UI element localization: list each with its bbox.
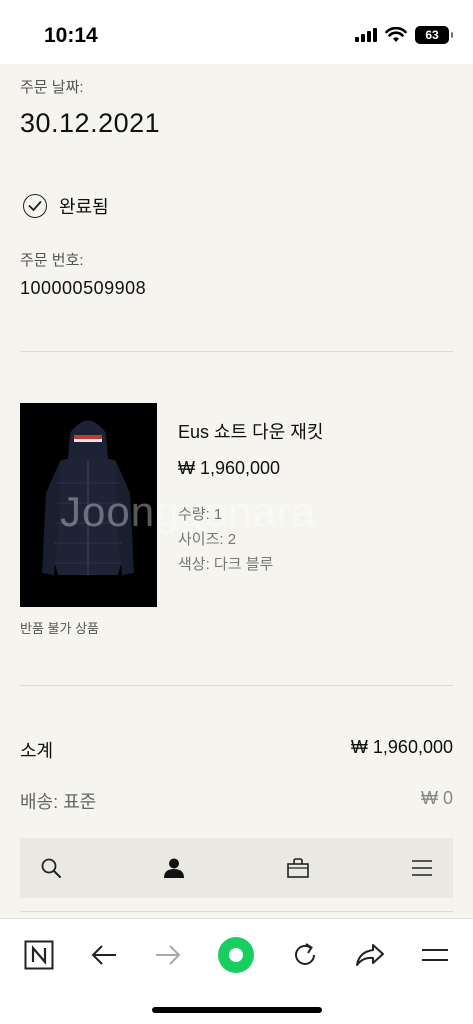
status-time: 10:14: [44, 24, 98, 47]
product-quantity: 수량: 1: [178, 506, 223, 523]
product-color: 색상: 다크 블루: [178, 556, 274, 573]
home-indicator: [152, 1007, 322, 1013]
product-name[interactable]: Eus 쇼트 다운 재킷: [178, 418, 323, 444]
refresh-icon[interactable]: [291, 941, 319, 969]
return-note: 반품 불가 상품: [20, 621, 99, 636]
divider: [20, 685, 453, 686]
subtotal-label: 소계: [20, 741, 54, 761]
wifi-icon: [385, 27, 407, 42]
naver-logo-icon[interactable]: [24, 940, 54, 970]
green-dot-icon[interactable]: [217, 936, 255, 974]
divider: [20, 351, 453, 352]
jacket-illustration: [20, 403, 157, 607]
order-date-label: 주문 날짜:: [20, 79, 84, 96]
check-circle-icon: [23, 194, 47, 218]
search-icon[interactable]: [40, 857, 62, 879]
battery-icon: 63: [415, 26, 453, 44]
user-icon[interactable]: [163, 857, 185, 879]
signal-icon: [355, 28, 377, 42]
order-status-text: 완료됨: [59, 197, 109, 217]
menu-icon[interactable]: [411, 859, 433, 877]
shipping-value: ₩ 0: [420, 788, 453, 808]
product-size: 사이즈: 2: [178, 531, 237, 548]
back-arrow-icon[interactable]: [90, 943, 118, 967]
status-bar: 10:14 63: [0, 0, 473, 64]
order-number: 100000509908: [20, 278, 147, 298]
app-bottom-nav: [20, 838, 453, 898]
subtotal-value: ₩ 1,960,000: [350, 737, 453, 757]
order-date: 30.12.2021: [20, 108, 161, 138]
product-image[interactable]: [20, 403, 157, 607]
bag-icon[interactable]: [286, 857, 310, 879]
hamburger-icon[interactable]: [421, 946, 449, 964]
share-icon[interactable]: [355, 942, 385, 968]
product-price: ₩ 1,960,000: [178, 458, 281, 478]
order-number-label: 주문 번호:: [20, 252, 84, 269]
forward-arrow-icon[interactable]: [154, 943, 182, 967]
order-status: 완료됨: [23, 193, 109, 219]
shipping-label: 배송: 표준: [20, 792, 97, 812]
divider: [20, 911, 453, 912]
status-icons: 63: [355, 26, 453, 44]
